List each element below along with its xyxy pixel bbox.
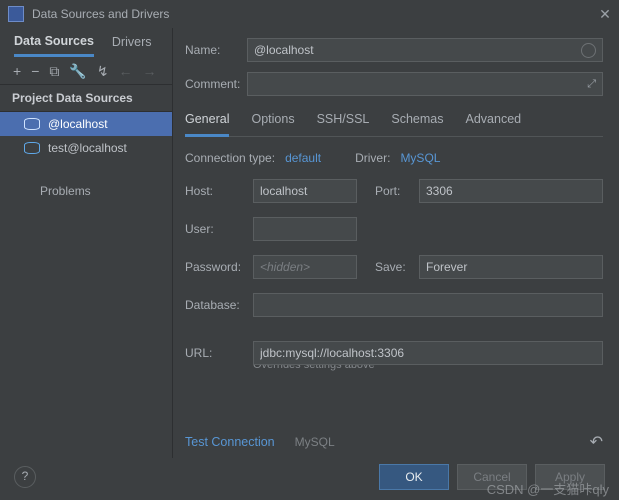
tab-options[interactable]: Options	[251, 106, 294, 136]
tree-item-test-localhost[interactable]: test@localhost	[0, 136, 172, 160]
titlebar: Data Sources and Drivers ✕	[0, 0, 619, 28]
right-panel: Name: Comment: ⤢ General Options SSH/SSL…	[172, 28, 619, 458]
tab-drivers[interactable]: Drivers	[112, 35, 152, 55]
host-field[interactable]	[253, 179, 357, 203]
row-name: Name:	[185, 38, 603, 62]
main-area: Data Sources Drivers + − ⧉ 🔧 ↯ ← → Proje…	[0, 28, 619, 458]
row-host-port: Host: Port:	[185, 179, 603, 203]
port-label: Port:	[375, 184, 419, 198]
port-field[interactable]	[419, 179, 603, 203]
database-input[interactable]	[260, 294, 596, 316]
connection-type-label: Connection type:	[185, 151, 275, 165]
color-indicator-icon[interactable]	[581, 43, 596, 58]
url-field[interactable]	[253, 341, 603, 365]
help-button[interactable]: ?	[14, 466, 36, 488]
bottom-links: Test Connection MySQL ↶	[185, 432, 603, 452]
save-label: Save:	[375, 260, 419, 274]
save-value: Forever	[426, 260, 467, 274]
left-toolbar: + − ⧉ 🔧 ↯ ← →	[0, 58, 172, 84]
name-label: Name:	[185, 43, 247, 57]
close-icon[interactable]: ✕	[599, 8, 611, 20]
tree-item-localhost[interactable]: @localhost	[0, 112, 172, 136]
row-user: User:	[185, 217, 603, 241]
dialog-window: Data Sources and Drivers ✕ Data Sources …	[0, 0, 619, 500]
apply-button[interactable]: Apply	[535, 464, 605, 490]
remove-icon[interactable]: −	[31, 64, 39, 78]
cancel-button[interactable]: Cancel	[457, 464, 527, 490]
comment-input[interactable]	[254, 73, 596, 95]
url-input[interactable]	[260, 342, 596, 364]
source-tabs: Data Sources Drivers	[0, 28, 172, 58]
save-field[interactable]: Forever	[419, 255, 603, 279]
tree-header: Project Data Sources	[0, 84, 172, 112]
back-icon[interactable]: ←	[119, 64, 133, 78]
database-field[interactable]	[253, 293, 603, 317]
tree-item-label: test@localhost	[48, 141, 127, 155]
user-label: User:	[185, 222, 253, 236]
row-url: URL:	[185, 341, 603, 365]
detail-tabs: General Options SSH/SSL Schemas Advanced	[185, 106, 603, 137]
url-label: URL:	[185, 346, 253, 360]
user-field[interactable]	[253, 217, 357, 241]
connection-type-row: Connection type: default Driver: MySQL	[185, 141, 603, 179]
user-input[interactable]	[260, 218, 350, 240]
host-input[interactable]	[260, 180, 350, 202]
problems-section[interactable]: Problems	[0, 160, 172, 206]
tab-data-sources[interactable]: Data Sources	[14, 34, 94, 57]
port-input[interactable]	[426, 180, 596, 202]
wrench-icon[interactable]: 🔧	[69, 64, 86, 78]
name-input[interactable]	[254, 39, 596, 61]
password-placeholder: <hidden>	[260, 260, 310, 274]
window-title: Data Sources and Drivers	[32, 7, 599, 21]
password-field[interactable]: <hidden>	[253, 255, 357, 279]
footer-buttons: OK Cancel Apply	[379, 464, 605, 490]
tab-general[interactable]: General	[185, 106, 229, 137]
database-label: Database:	[185, 298, 253, 312]
connection-type-value[interactable]: default	[285, 151, 321, 165]
row-password-save: Password: <hidden> Save: Forever	[185, 255, 603, 279]
name-field[interactable]	[247, 38, 603, 62]
tab-advanced[interactable]: Advanced	[466, 106, 522, 136]
password-label: Password:	[185, 260, 253, 274]
revert-icon[interactable]: ↶	[590, 432, 603, 452]
ok-button[interactable]: OK	[379, 464, 449, 490]
test-connection-link[interactable]: Test Connection	[185, 435, 275, 449]
forward-icon[interactable]: →	[143, 64, 157, 78]
comment-label: Comment:	[185, 77, 247, 91]
driver-name-text: MySQL	[295, 435, 335, 449]
add-icon[interactable]: +	[13, 64, 21, 78]
comment-field[interactable]: ⤢	[247, 72, 603, 96]
row-comment: Comment: ⤢	[185, 72, 603, 96]
tab-sshssl[interactable]: SSH/SSL	[317, 106, 370, 136]
database-icon	[24, 118, 40, 130]
expand-icon[interactable]: ⤢	[587, 78, 596, 91]
tree-item-label: @localhost	[48, 117, 108, 131]
left-panel: Data Sources Drivers + − ⧉ 🔧 ↯ ← → Proje…	[0, 28, 172, 458]
database-icon	[24, 142, 40, 154]
copy-icon[interactable]: ⧉	[49, 64, 59, 78]
reset-icon[interactable]: ↯	[97, 64, 109, 78]
tab-schemas[interactable]: Schemas	[391, 106, 443, 136]
driver-value[interactable]: MySQL	[400, 151, 440, 165]
app-icon	[8, 6, 24, 22]
dialog-footer: ? OK Cancel Apply	[0, 460, 619, 494]
host-label: Host:	[185, 184, 253, 198]
row-database: Database:	[185, 293, 603, 317]
driver-label: Driver:	[355, 151, 390, 165]
